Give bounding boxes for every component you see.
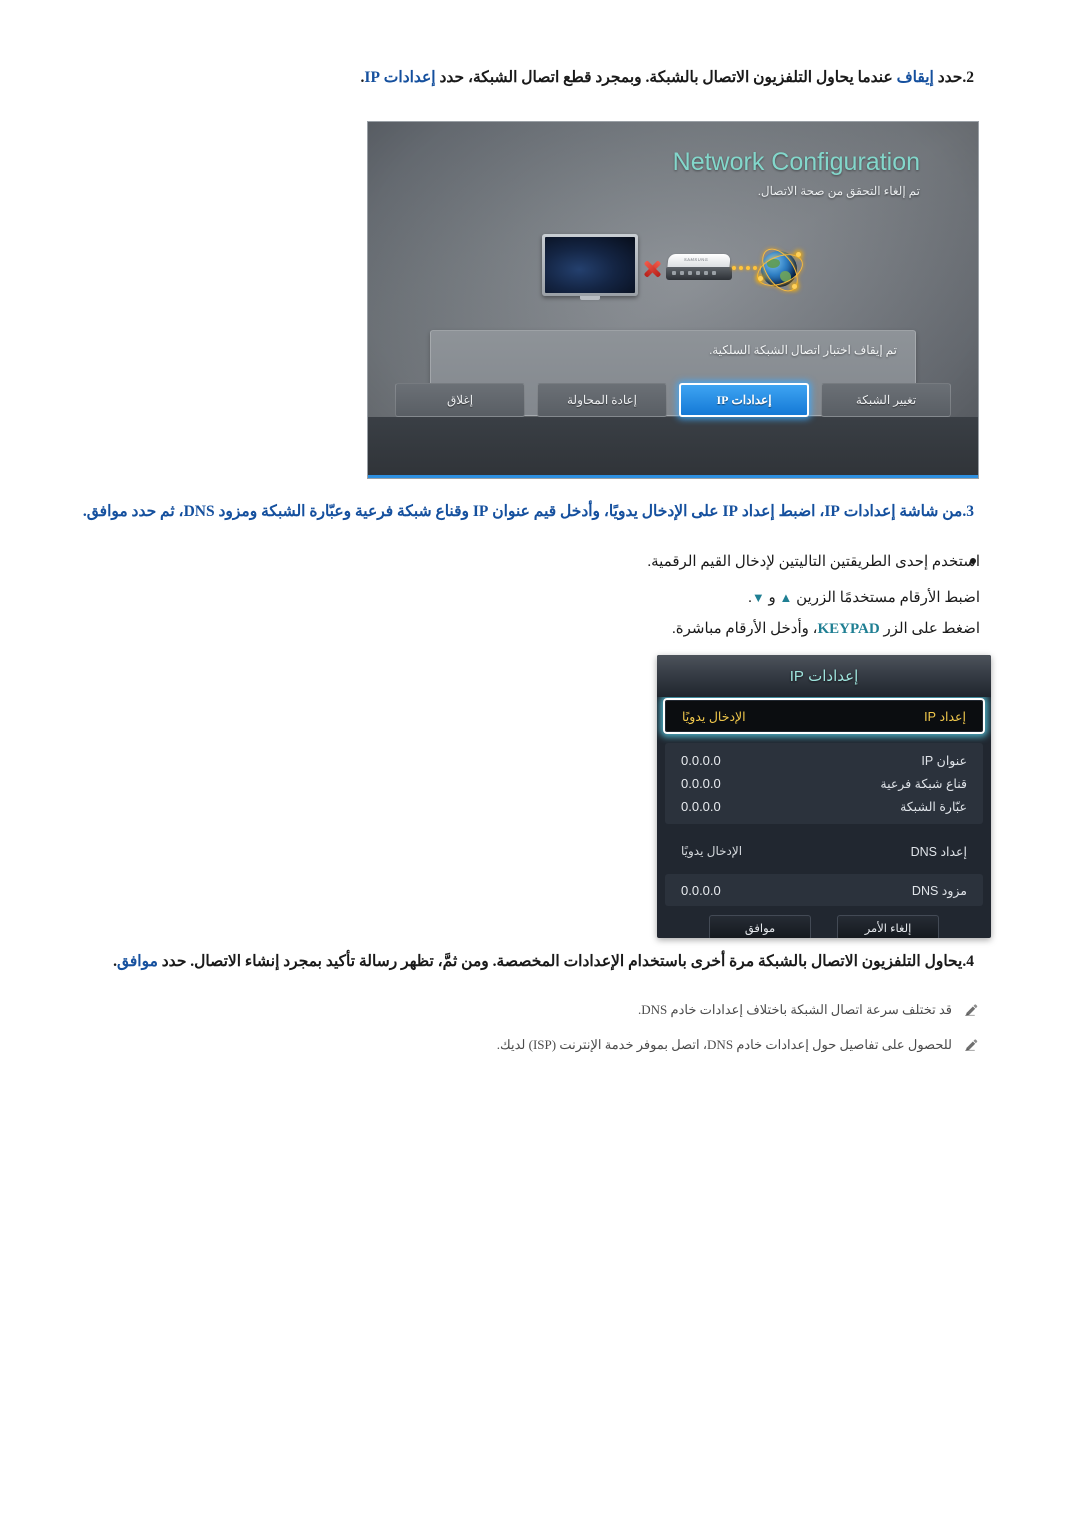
network-configuration-screenshot: Network Configuration تم إلغاء التحقق من… [368, 122, 978, 478]
tv-stand [580, 296, 600, 300]
ip-address-row-2-value: 0.0.0.0 [681, 799, 721, 814]
network-config-subtitle: تم إلغاء التحقق من صحة الاتصال. [757, 184, 920, 198]
ip-address-row-1-label: قناع شبكة فرعية [880, 777, 967, 791]
step-4-part-0: يحاول التلفزيون الاتصال بالشبكة مرة أخرى… [157, 953, 963, 970]
ip-dialog-title: إعدادات IP [789, 668, 859, 685]
internet-globe-icon [752, 242, 808, 298]
step-4-part-1: موافق [116, 953, 158, 970]
step-2-part-0: حدد [933, 69, 963, 86]
screen-button-1[interactable]: إعدادات IP [679, 383, 809, 417]
status-message-text: تم إيقاف اختبار اتصال الشبكة السلكية. [709, 343, 897, 357]
screen-button-0[interactable]: تغيير الشبكة [821, 383, 951, 417]
numeric-entry-methods: استخدم إحدى الطريقتين التاليتين لإدخال ا… [100, 551, 980, 641]
note-dns-isp: للحصول على تفاصيل حول إعدادات خادم DNS، … [100, 1035, 980, 1055]
ip-settings-dialog: إعدادات IP إعداد IP الإدخال يدويًا عنوان… [657, 655, 991, 938]
step-2-part-3: إعدادات IP [364, 69, 436, 86]
step-2-instruction: 2.حدد إيقاف عندما يحاول التلفزيون الاتصا… [100, 66, 980, 89]
step-4-text: يحاول التلفزيون الاتصال بالشبكة مرة أخرى… [113, 953, 962, 970]
ip-setting-label: إعداد IP [924, 709, 966, 724]
arrow-up-icon: ▲ [779, 590, 793, 606]
tv-screen [545, 237, 635, 293]
note-dns-speed-text: قد تختلف سرعة اتصال الشبكة باختلاف إعداد… [638, 1002, 952, 1017]
ip-dialog-button-1[interactable]: موافق [709, 915, 811, 938]
tv-device-icon [542, 234, 638, 296]
method-keypad-pre: اضغط على الزر [879, 620, 980, 637]
bullet-item-entry-methods: استخدم إحدى الطريقتين التاليتين لإدخال ا… [100, 551, 980, 574]
method-arrows-line: اضبط الأرقام مستخدمًا الزرين ▲ و ▼. [100, 587, 980, 610]
ip-address-row-1-value: 0.0.0.0 [681, 776, 721, 791]
ip-dialog-button-0[interactable]: إلغاء الأمر [837, 915, 939, 938]
note-dns-speed: قد تختلف سرعة اتصال الشبكة باختلاف إعداد… [100, 1000, 980, 1020]
bullet-dot-icon [970, 558, 976, 564]
keypad-button-label: KEYPAD [817, 620, 880, 637]
ip-setting-row-highlight: إعداد IP الإدخال يدويًا [663, 698, 985, 734]
step-3-number: 3. [962, 503, 974, 520]
arrow-down-icon: ▼ [751, 590, 765, 606]
router-led-row [672, 271, 716, 275]
router-brand-label: SAMSUNG [683, 257, 709, 262]
dns-server-row[interactable]: مزود DNS 0.0.0.0 [665, 874, 983, 906]
bullet-item-text: استخدم إحدى الطريقتين التاليتين لإدخال ا… [647, 554, 980, 570]
step-3-instruction: 3.من شاشة إعدادات IP، اضبط إعداد IP على … [83, 500, 980, 523]
pencil-icon [965, 1039, 978, 1051]
screen-button-row: تغيير الشبكة إعدادات IP إعادة المحاولة إغلا… [368, 383, 978, 417]
step-4-number: 4. [962, 953, 974, 970]
network-config-title: Network Configuration [672, 148, 920, 176]
ip-setting-value: الإدخال يدويًا [682, 709, 746, 724]
dns-setting-label: إعداد DNS [910, 844, 967, 859]
step-4-instruction: 4.يحاول التلفزيون الاتصال بالشبكة مرة أخ… [100, 950, 980, 973]
ip-address-row-0-label: عنوان IP [921, 754, 967, 768]
pencil-icon [965, 1004, 978, 1016]
dns-setting-value: الإدخال يدويًا [681, 844, 743, 858]
router-icon: SAMSUNG [666, 254, 732, 282]
screen-button-2[interactable]: إعادة المحاولة [537, 383, 667, 417]
screen-bottom-bar: تغيير الشبكة إعدادات IP إعادة المحاولة إغلا… [368, 383, 978, 478]
connection-error-x-icon [642, 259, 662, 279]
ip-dialog-titlebar: إعدادات IP [657, 655, 991, 697]
network-diagram: SAMSUNG [368, 226, 978, 316]
ip-address-row-1[interactable]: قناع شبكة فرعية 0.0.0.0 [665, 772, 983, 795]
method-keypad-post: ، وأدخل الأرقام مباشرة. [672, 620, 818, 637]
dns-server-label: مزود DNS [911, 883, 967, 898]
method-arrows-pre: اضبط الأرقام مستخدمًا الزرين [792, 590, 980, 607]
ip-address-row-0-value: 0.0.0.0 [681, 753, 721, 768]
ip-address-group: عنوان IP 0.0.0.0 قناع شبكة فرعية 0.0.0.0 عبّ… [665, 743, 983, 824]
ip-address-row-2[interactable]: عبّارة الشبكة 0.0.0.0 [665, 795, 983, 818]
note-dns-isp-text: للحصول على تفاصيل حول إعدادات خادم DNS، … [496, 1037, 952, 1052]
ip-setting-row[interactable]: إعداد IP الإدخال يدويًا [666, 701, 982, 731]
method-arrows-and: و [764, 590, 780, 607]
ip-dialog-button-row: إلغاء الأمر موافق [657, 915, 991, 938]
step-2-text: حدد إيقاف عندما يحاول التلفزيون الاتصال … [361, 69, 963, 86]
dns-server-value: 0.0.0.0 [681, 882, 721, 898]
ip-address-row-2-label: عبّارة الشبكة [900, 800, 967, 814]
network-config-title-wrap: Network Configuration [673, 148, 920, 177]
screen-button-3[interactable]: إغلاق [395, 383, 525, 417]
step-2-number: 2. [962, 69, 974, 86]
ip-address-row-0[interactable]: عنوان IP 0.0.0.0 [665, 749, 983, 772]
method-keypad-line: اضغط على الزر KEYPAD، وأدخل الأرقام مباش… [100, 618, 980, 641]
step-3-text: من شاشة إعدادات IP، اضبط إعداد IP على ال… [82, 503, 963, 520]
step-2-part-1: إيقاف [896, 69, 934, 86]
dns-setting-row[interactable]: إعداد DNS الإدخال يدويًا [665, 836, 983, 866]
step-2-part-2: عندما يحاول التلفزيون الاتصال بالشبكة. و… [435, 69, 897, 86]
